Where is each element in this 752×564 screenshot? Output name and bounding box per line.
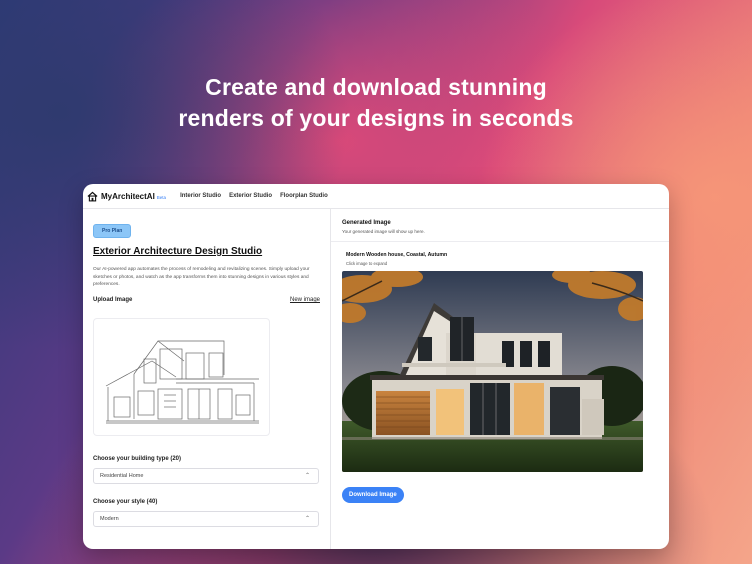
new-image-link[interactable]: New image (290, 297, 320, 303)
nav-exterior-studio[interactable]: Exterior Studio (229, 193, 272, 199)
render-hint: Click image to expand (346, 261, 388, 266)
download-image-button[interactable]: Download Image (342, 487, 404, 503)
headline-line-1: Create and download stunning (205, 74, 547, 100)
chevron-up-icon: ⌃ (304, 516, 310, 523)
app-name: MyArchitectAI (101, 191, 155, 201)
beta-badge: Beta (156, 195, 167, 200)
render-title: Modern Wooden house, Coastal, Autumn (346, 252, 448, 258)
studio-title: Exterior Architecture Design Studio (93, 246, 263, 257)
uploaded-sketch[interactable] (93, 317, 270, 436)
building-type-label: Choose your building type (20) (93, 455, 182, 462)
generated-render[interactable] (342, 271, 643, 472)
upload-image-label: Upload Image (93, 296, 133, 303)
nav-floorplan-studio[interactable]: Floorplan Studio (280, 193, 328, 199)
divider (331, 241, 669, 242)
generated-image-title: Generated Image (342, 220, 391, 226)
house-sketch (105, 340, 259, 424)
style-label: Choose your style (40) (93, 498, 158, 505)
app-window: MyArchitectAI Beta Interior Studio Exter… (83, 184, 669, 549)
top-nav-bar: MyArchitectAI Beta Interior Studio Exter… (83, 184, 669, 209)
upload-row: Upload Image New image (93, 297, 320, 303)
left-panel: Pro Plan Exterior Architecture Design St… (83, 209, 331, 549)
pro-plan-badge[interactable]: Pro Plan (93, 224, 132, 238)
style-value: Modern (100, 515, 119, 522)
building-type-select[interactable]: Residential Home ⌃ (93, 467, 319, 484)
studio-description: Our AI-powered app automates the process… (93, 267, 310, 288)
chevron-up-icon: ⌃ (304, 473, 310, 480)
app-logo[interactable]: MyArchitectAI Beta (87, 191, 166, 202)
headline-line-2: renders of your designs in seconds (178, 105, 574, 131)
right-panel: Generated Image Your generated image wil… (331, 209, 669, 549)
nav-interior-studio[interactable]: Interior Studio (180, 193, 221, 199)
style-select[interactable]: Modern ⌃ (93, 510, 319, 527)
headline: Create and download stunning renders of … (0, 72, 752, 134)
building-type-value: Residential Home (100, 472, 144, 479)
house-icon (87, 191, 98, 201)
generated-image-subtitle: Your generated image will show up here. (342, 229, 425, 234)
